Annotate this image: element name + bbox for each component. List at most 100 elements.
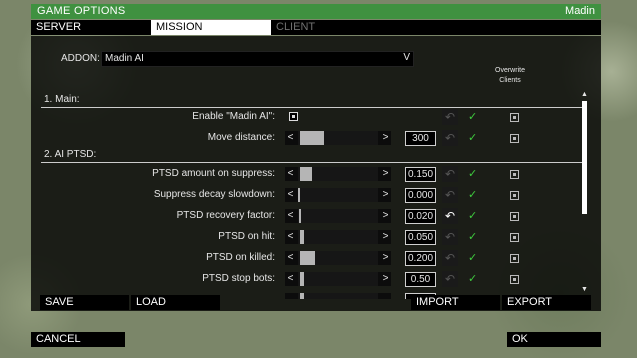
slider-track[interactable] (298, 272, 378, 286)
setting-label: PTSD stop bots: (202, 273, 275, 284)
scrollbar-thumb[interactable] (582, 101, 587, 214)
window-title: GAME OPTIONS (37, 5, 126, 17)
overwrite-checkbox[interactable] (510, 191, 519, 200)
setting-label: PTSD recovery factor: (176, 210, 275, 221)
cancel-button[interactable]: CANCEL (31, 332, 125, 347)
checkmark-icon: ✓ (468, 210, 478, 222)
value-input[interactable]: 300 (405, 131, 436, 146)
value-input[interactable]: 0.50 (405, 272, 436, 287)
value-slider[interactable]: < > (285, 131, 391, 145)
overwrite-checkbox[interactable] (510, 134, 519, 143)
setting-label: Enable "Madin AI": (192, 111, 275, 122)
setting-label: PTSD on killed: (206, 252, 275, 263)
slider-thumb[interactable] (300, 272, 304, 286)
slider-thumb[interactable] (298, 188, 300, 202)
value-slider[interactable]: < > (285, 209, 391, 223)
value-slider[interactable]: < > (285, 167, 391, 181)
slider-track[interactable] (298, 209, 378, 223)
addon-select[interactable]: Madin AI V (101, 51, 414, 67)
decrease-icon[interactable]: < (284, 251, 297, 265)
increase-icon[interactable]: > (379, 188, 392, 202)
checkmark-icon: ✓ (468, 252, 478, 264)
slider-track[interactable] (298, 131, 378, 145)
reset-icon[interactable]: ↶ (442, 208, 458, 224)
export-button[interactable]: EXPORT (502, 295, 591, 310)
overwrite-checkbox[interactable] (510, 212, 519, 221)
overwrite-checkbox[interactable] (510, 170, 519, 179)
overwrite-checkbox[interactable] (510, 275, 519, 284)
overwrite-clients-header: Overwrite Clients (489, 66, 531, 86)
save-button[interactable]: SAVE (40, 295, 129, 310)
slider-track[interactable] (298, 251, 378, 265)
overwrite-checkbox[interactable] (510, 113, 519, 122)
setting-label: Suppress decay slowdown: (153, 189, 275, 200)
reset-icon[interactable]: ↶ (442, 250, 458, 266)
slider-thumb[interactable] (300, 131, 324, 145)
value-slider[interactable]: < > (285, 272, 391, 286)
load-button[interactable]: LOAD (131, 295, 220, 310)
decrease-icon[interactable]: < (284, 272, 297, 286)
tab-mission[interactable]: MISSION (151, 20, 271, 35)
overwrite-checkbox[interactable] (510, 233, 519, 242)
decrease-icon[interactable]: < (284, 230, 297, 244)
decrease-icon[interactable]: < (284, 131, 297, 145)
slider-track[interactable] (298, 167, 378, 181)
value-input[interactable]: 0.050 (405, 230, 436, 245)
decrease-icon[interactable]: < (284, 209, 297, 223)
reset-icon[interactable]: ↶ (442, 229, 458, 245)
reset-icon[interactable]: ↶ (442, 187, 458, 203)
value-slider[interactable]: < > (285, 251, 391, 265)
checkmark-icon: ✓ (468, 231, 478, 243)
reset-icon[interactable]: ↶ (442, 271, 458, 287)
setting-row: Enable "Madin AI": ↶ ✓ (41, 108, 582, 126)
increase-icon[interactable]: > (379, 272, 392, 286)
enable-checkbox[interactable] (289, 112, 298, 121)
setting-label: PTSD on hit: (218, 231, 275, 242)
increase-icon[interactable]: > (379, 230, 392, 244)
scroll-up-icon[interactable]: ▲ (581, 91, 588, 98)
increase-icon[interactable]: > (379, 131, 392, 145)
checkmark-icon: ✓ (468, 168, 478, 180)
overwrite-checkbox[interactable] (510, 254, 519, 263)
scrollbar[interactable]: ▲ ▼ (580, 91, 589, 293)
setting-row: Move distance: < > 300 ↶ ✓ (41, 129, 582, 147)
increase-icon[interactable]: > (379, 209, 392, 223)
increase-icon[interactable]: > (379, 167, 392, 181)
decrease-icon[interactable]: < (284, 188, 297, 202)
setting-row: PTSD stop bots: < > 0.50 ↶ ✓ (41, 270, 582, 288)
slider-track[interactable] (298, 188, 378, 202)
value-slider[interactable]: < > (285, 188, 391, 202)
value-slider[interactable]: < > (285, 230, 391, 244)
checkmark-icon: ✓ (468, 132, 478, 144)
user-name: Madin (565, 5, 595, 17)
tab-server[interactable]: SERVER (31, 20, 151, 35)
slider-track[interactable] (298, 230, 378, 244)
tab-client[interactable]: CLIENT (271, 20, 391, 35)
slider-thumb[interactable] (299, 209, 301, 223)
value-input[interactable]: 0.200 (405, 251, 436, 266)
slider-thumb[interactable] (300, 251, 315, 265)
increase-icon[interactable]: > (379, 251, 392, 265)
checkmark-icon: ✓ (468, 111, 478, 123)
decrease-icon[interactable]: < (284, 167, 297, 181)
reset-icon[interactable]: ↶ (442, 166, 458, 182)
setting-row: Suppress decay slowdown: < > 0.000 ↶ ✓ (41, 186, 582, 204)
reset-icon[interactable]: ↶ (442, 130, 458, 146)
reset-icon[interactable]: ↶ (442, 109, 458, 125)
slider-thumb[interactable] (300, 167, 312, 181)
ok-button[interactable]: OK (507, 332, 601, 347)
scroll-down-icon[interactable]: ▼ (581, 286, 588, 293)
settings-list: 1. Main: Enable "Madin AI": ↶ ✓ Move dis… (41, 94, 582, 299)
setting-row: PTSD recovery factor: < > 0.020 ↶ ✓ (41, 207, 582, 225)
slider-thumb[interactable] (300, 293, 304, 299)
slider-thumb[interactable] (300, 230, 304, 244)
import-button[interactable]: IMPORT (411, 295, 500, 310)
chevron-down-icon: V (403, 52, 410, 63)
value-input[interactable]: 0.020 (405, 209, 436, 224)
value-slider[interactable] (285, 293, 391, 299)
slider-track[interactable] (298, 293, 378, 299)
setting-row: PTSD on killed: < > 0.200 ↶ ✓ (41, 249, 582, 267)
value-input[interactable]: 0.000 (405, 188, 436, 203)
addon-value: Madin AI (105, 53, 144, 64)
value-input[interactable]: 0.150 (405, 167, 436, 182)
